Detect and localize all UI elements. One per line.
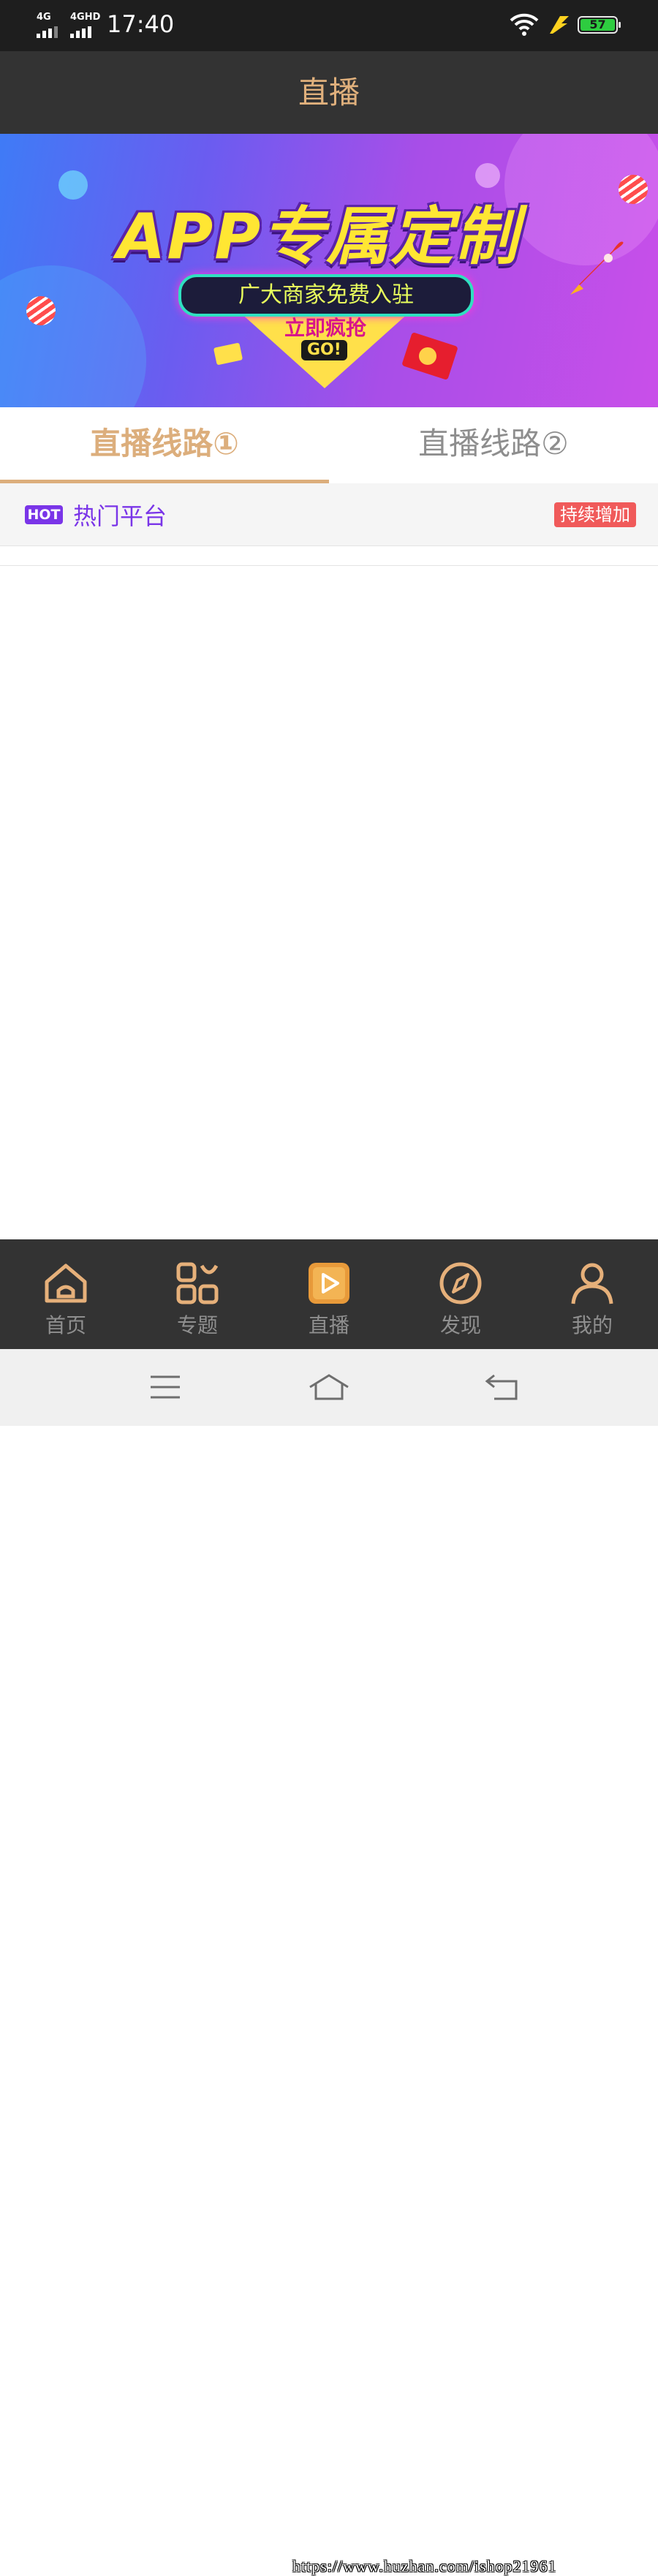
coupon-icon [213,343,243,365]
banner-subtitle: 广大商家免费入驻 [178,274,474,317]
continuous-increase-tag: 持续增加 [554,502,636,527]
battery-level: 57 [581,19,615,31]
network-type-1: 4G [37,12,51,23]
compass-icon [439,1262,482,1304]
charging-bolt-icon [550,16,569,34]
live-play-icon [309,1263,349,1304]
hot-section-header: HOT 热门平台 持续增加 [0,483,658,546]
system-home-icon[interactable] [307,1372,351,1402]
tab-bar-label: 直播 [308,1313,349,1337]
battery-icon: 57 [578,16,621,34]
tab-bar-home[interactable]: 首页 [0,1239,132,1349]
red-envelope-icon [402,333,458,379]
clock: 17:40 [107,10,175,38]
tab-bar-label: 我的 [571,1313,613,1337]
hot-section-title: 热门平台 [73,502,167,530]
tab-bar-label: 首页 [45,1313,86,1337]
watermark: https://www.huzhan.com/ishop21961 [292,2557,557,2575]
tab-bar-live[interactable]: 直播 [263,1239,395,1349]
tab-bar-mine[interactable]: 我的 [526,1239,658,1349]
hot-badge: HOT [25,505,63,524]
rocket-icon [570,241,624,295]
banner-cta: 立即疯抢 [284,316,366,340]
network-type-2: 4GHD [70,12,101,23]
menu-icon[interactable] [149,1372,181,1402]
back-icon[interactable] [484,1372,521,1402]
banner-go-label: GO! [301,340,347,360]
banner-title: APP专属定制 [116,200,520,273]
user-icon [571,1263,613,1304]
system-navigation-bar [0,1349,658,1426]
wifi-icon [510,13,539,36]
page-title: 直播 [0,51,658,134]
tab-line-2[interactable]: 直播线路② [329,407,658,483]
tab-bar-discover[interactable]: 发现 [395,1239,526,1349]
divider [0,565,658,566]
striped-ball-icon [619,175,648,204]
striped-ball-icon [26,296,56,325]
line-tabs: 直播线路① 直播线路② [0,407,658,483]
tab-line-1[interactable]: 直播线路① [0,407,329,483]
topics-grid-icon [176,1262,219,1304]
promo-banner[interactable]: APP专属定制 广大商家免费入驻 立即疯抢 GO! [0,134,658,407]
tab-bar-topics[interactable]: 专题 [132,1239,263,1349]
bottom-tab-bar: 首页 专题 直播 发现 我的 https://www.huzhan.com/is… [0,1239,658,2575]
status-bar: 4G 4GHD 17:40 57 [0,0,658,51]
home-icon [45,1264,87,1303]
tab-bar-label: 专题 [176,1313,218,1337]
tab-bar-label: 发现 [439,1313,481,1337]
